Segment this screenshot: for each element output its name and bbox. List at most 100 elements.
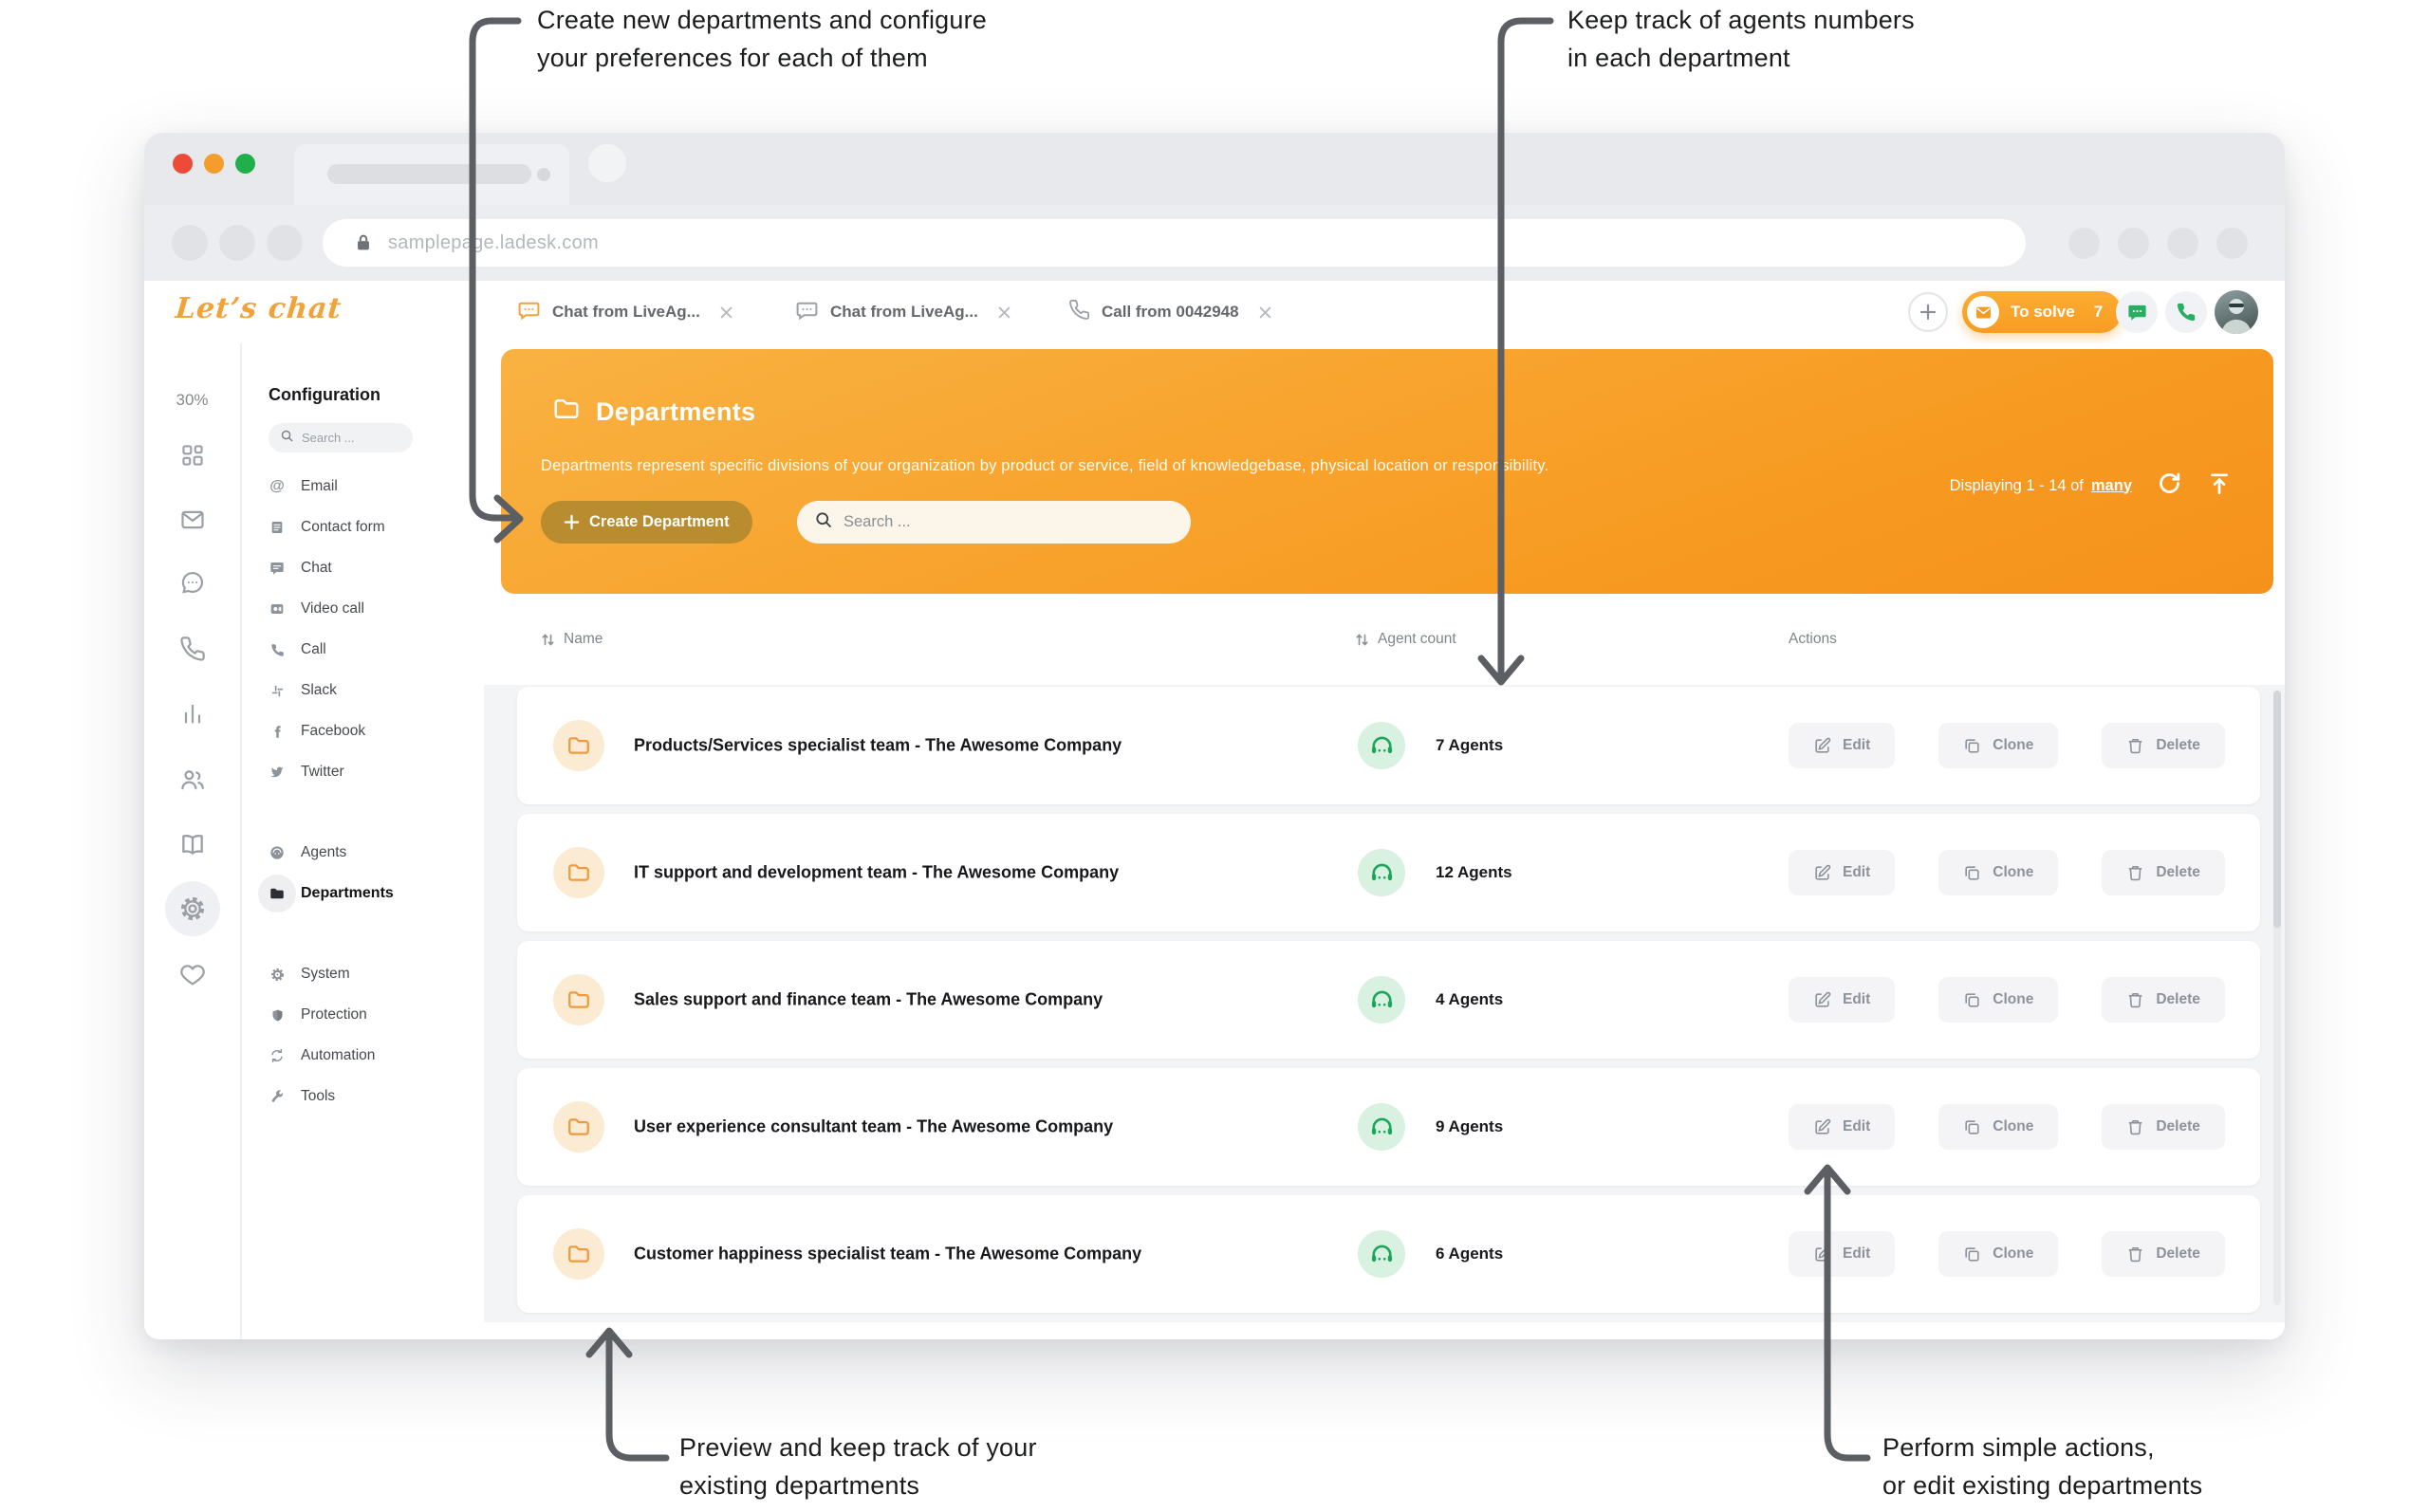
agent-count-cell: 9 Agents [1358, 1103, 1503, 1151]
clone-button[interactable]: Clone [1938, 850, 2058, 895]
knowledgebase-icon[interactable] [178, 831, 206, 858]
settings-active-highlight[interactable] [165, 881, 220, 936]
delete-button[interactable]: Delete [2102, 1231, 2225, 1277]
config-item-tools[interactable]: Tools [269, 1080, 476, 1113]
delete-button[interactable]: Delete [2102, 1104, 2225, 1150]
edit-button[interactable]: Edit [1789, 1104, 1895, 1150]
departments-search-input[interactable] [844, 513, 1174, 531]
back-button[interactable] [172, 225, 208, 261]
traffic-light-close[interactable] [173, 154, 193, 174]
displaying-many-link[interactable]: many [2091, 477, 2132, 495]
config-item-automation[interactable]: Automation [269, 1040, 476, 1072]
clone-button[interactable]: Clone [1938, 1104, 2058, 1150]
close-icon[interactable] [1258, 305, 1272, 320]
departments-search[interactable] [797, 501, 1191, 544]
config-item-video-call[interactable]: Video call [269, 593, 476, 625]
config-item-protection[interactable]: Protection [269, 999, 476, 1031]
browser-tab[interactable] [294, 144, 569, 205]
reload-button[interactable] [267, 225, 303, 261]
close-icon[interactable] [997, 305, 1011, 320]
config-search[interactable] [269, 423, 413, 452]
main-content: Departments Departments represent specif… [484, 343, 2285, 1339]
phone-icon[interactable] [179, 636, 206, 662]
extension-button[interactable] [2068, 228, 2100, 259]
ticket-tab-chat-1[interactable]: Chat from LiveAg... [517, 281, 733, 343]
traffic-light-zoom[interactable] [235, 154, 255, 174]
collapse-top-icon[interactable] [2207, 471, 2232, 501]
chat-bubble-icon[interactable] [179, 569, 206, 596]
address-bar[interactable]: samplepage.ladesk.com [323, 219, 2026, 267]
extension-button[interactable] [2118, 228, 2149, 259]
user-avatar[interactable] [2215, 290, 2258, 334]
clone-button[interactable]: Clone [1938, 1231, 2058, 1277]
clone-button[interactable]: Clone [1938, 723, 2058, 768]
sort-icon [541, 632, 555, 648]
row-actions: Edit Clone Delete [1789, 977, 2225, 1023]
create-department-button[interactable]: Create Department [541, 501, 752, 544]
config-item-contact-form[interactable]: Contact form [269, 511, 476, 544]
ticket-tab-call[interactable]: Call from 0042948 [1068, 281, 1272, 343]
edit-button[interactable]: Edit [1789, 723, 1895, 768]
customers-icon[interactable] [178, 766, 206, 794]
arrow-to-existing-rows [609, 1336, 666, 1458]
edit-icon [1813, 737, 1831, 755]
table-row[interactable]: User experience consultant team - The Aw… [517, 1068, 2260, 1186]
chats-button[interactable] [2116, 291, 2158, 333]
browser-tabbar [144, 133, 2285, 205]
config-item-slack[interactable]: Slack [269, 674, 476, 707]
traffic-light-minimize[interactable] [204, 154, 224, 174]
calls-button[interactable] [2165, 291, 2207, 333]
agent-count: 6 Agents [1436, 1245, 1503, 1263]
downloads-button[interactable] [2167, 228, 2198, 259]
config-item-label: Email [301, 478, 338, 495]
config-item-system[interactable]: System [269, 958, 476, 990]
add-ticket-button[interactable] [1908, 292, 1948, 332]
config-item-departments[interactable]: Departments [269, 877, 476, 910]
config-item-chat[interactable]: Chat [269, 552, 476, 584]
ticket-tab-chat-2[interactable]: Chat from LiveAg... [795, 281, 1011, 343]
to-solve-button[interactable]: To solve 7 [1962, 291, 2122, 333]
menu-button[interactable] [2216, 228, 2248, 259]
scrollbar-thumb[interactable] [2273, 691, 2281, 928]
edit-icon [1813, 1245, 1831, 1263]
scrollbar[interactable] [2273, 691, 2281, 1305]
table-row[interactable]: Customer happiness specialist team - The… [517, 1195, 2260, 1313]
table-row[interactable]: Sales support and finance team - The Awe… [517, 941, 2260, 1059]
edit-button[interactable]: Edit [1789, 1231, 1895, 1277]
config-search-input[interactable] [302, 431, 401, 445]
config-item-facebook[interactable]: Facebook [269, 715, 476, 747]
forward-button[interactable] [219, 225, 255, 261]
folder-icon [553, 974, 604, 1025]
edit-button[interactable]: Edit [1789, 850, 1895, 895]
close-icon[interactable] [719, 305, 733, 320]
agent-count-cell: 12 Agents [1358, 849, 1512, 896]
folder-icon [553, 1101, 604, 1152]
stats-icon[interactable] [179, 700, 206, 727]
config-item-call[interactable]: Call [269, 634, 476, 666]
dashboard-icon[interactable] [179, 443, 205, 469]
refresh-icon[interactable] [2157, 470, 2182, 501]
favorites-heart-icon[interactable] [179, 962, 206, 988]
departments-header: Departments Departments represent specif… [501, 349, 2273, 594]
new-tab-button[interactable] [588, 144, 626, 182]
edit-button[interactable]: Edit [1789, 977, 1895, 1023]
delete-button[interactable]: Delete [2102, 723, 2225, 768]
tab-close-icon[interactable] [537, 168, 550, 181]
folder-icon [553, 720, 604, 771]
config-item-twitter[interactable]: Twitter [269, 756, 476, 788]
column-header-agent-count[interactable]: Agent count [1355, 631, 1456, 648]
mail-icon[interactable] [179, 507, 206, 533]
icon-rail: 30% [144, 343, 242, 1339]
table-row[interactable]: Products/Services specialist team - The … [517, 687, 2260, 804]
trash-icon [2126, 864, 2144, 882]
delete-button[interactable]: Delete [2102, 977, 2225, 1023]
clone-button[interactable]: Clone [1938, 977, 2058, 1023]
app-logo[interactable]: Let’s chat [174, 292, 343, 325]
config-item-agents[interactable]: Agents [269, 837, 476, 869]
table-row[interactable]: IT support and development team - The Aw… [517, 814, 2260, 931]
delete-button[interactable]: Delete [2102, 850, 2225, 895]
column-header-name[interactable]: Name [541, 631, 603, 648]
config-item-email[interactable]: @ Email [269, 470, 476, 503]
annotation-preview-departments: Preview and keep track of your existing … [679, 1429, 1037, 1504]
trash-icon [2126, 1245, 2144, 1263]
